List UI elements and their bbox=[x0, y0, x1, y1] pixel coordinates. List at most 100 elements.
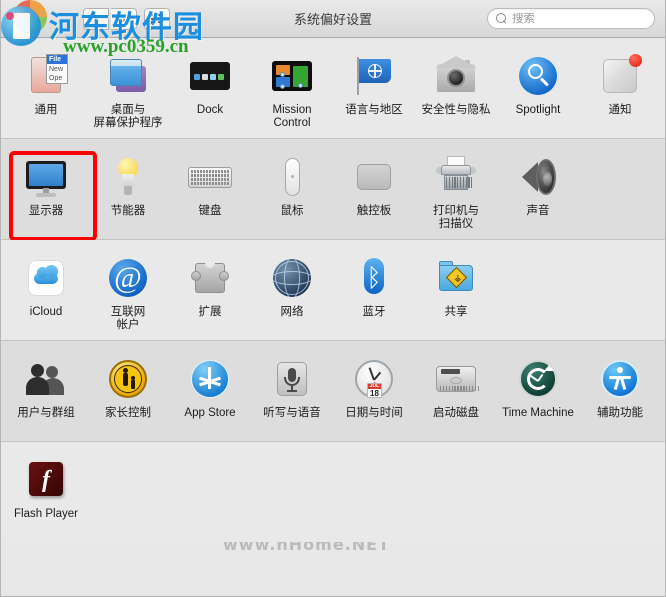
pane-label: 安全性与隐私 bbox=[421, 104, 491, 116]
network-icon bbox=[268, 254, 316, 302]
pane-extensions[interactable]: 扩展 bbox=[169, 248, 251, 332]
pane-label: 声音 bbox=[526, 205, 550, 217]
search-field[interactable]: ✕ bbox=[487, 8, 666, 29]
system-preferences-window: ‹ › 系统偏好设置 ✕ bbox=[0, 0, 666, 597]
pane-keyboard[interactable]: 键盘 bbox=[169, 147, 251, 231]
displays-icon bbox=[22, 153, 70, 201]
pane-date-time[interactable]: JUL 18 日期与时间 bbox=[333, 349, 415, 433]
extensions-icon bbox=[186, 254, 234, 302]
pane-label: 打印机与 扫描仪 bbox=[433, 205, 479, 230]
search-input[interactable] bbox=[509, 12, 666, 25]
pane-app-store[interactable]: App Store bbox=[169, 349, 251, 433]
pane-label: 网络 bbox=[280, 306, 304, 318]
notifications-icon bbox=[596, 52, 644, 100]
bluetooth-icon: ᛒ bbox=[350, 254, 398, 302]
pane-desktop-screensaver[interactable]: 桌面与 屏幕保护程序 bbox=[87, 46, 169, 130]
pane-security-privacy[interactable]: 安全性与隐私 bbox=[415, 46, 497, 130]
pane-bluetooth[interactable]: ᛒ 蓝牙 bbox=[333, 248, 415, 332]
chevron-right-icon: › bbox=[121, 11, 126, 26]
pane-trackpad[interactable]: 触控板 bbox=[333, 147, 415, 231]
pane-label: 共享 bbox=[444, 306, 468, 318]
section-other: f Flash Player bbox=[1, 442, 665, 542]
search-icon bbox=[496, 13, 507, 24]
trackpad-icon bbox=[350, 153, 398, 201]
flash-player-icon: f bbox=[22, 456, 70, 504]
section-internet: iCloud @ 互联网 帐户 扩展 网络 ᛒ 蓝牙 ⚶ 共享 www.nHom… bbox=[1, 240, 665, 554]
app-store-icon bbox=[186, 355, 234, 403]
pane-label: Spotlight bbox=[515, 104, 561, 116]
pane-sound[interactable]: 声音 bbox=[497, 147, 579, 231]
desktop-screensaver-icon bbox=[104, 52, 152, 100]
pane-label: 鼠标 bbox=[280, 205, 304, 217]
pane-printers-scanners[interactable]: 打印机与 扫描仪 bbox=[415, 147, 497, 231]
general-icon: File New Ope bbox=[22, 52, 70, 100]
pane-label: 语言与地区 bbox=[345, 104, 403, 116]
pane-label: 触控板 bbox=[356, 205, 392, 217]
pane-label: App Store bbox=[184, 407, 236, 419]
pane-energy-saver[interactable]: 节能器 bbox=[87, 147, 169, 231]
mission-control-icon bbox=[268, 52, 316, 100]
pane-time-machine[interactable]: Time Machine bbox=[497, 349, 579, 433]
pane-label: Dock bbox=[196, 104, 224, 116]
energy-saver-icon bbox=[104, 153, 152, 201]
section-system: 用户与群组 家长控制 App Store 听写与语音 JUL 18 日期与时间 … bbox=[1, 341, 665, 441]
pane-label: 节能器 bbox=[110, 205, 146, 217]
pane-network[interactable]: 网络 bbox=[251, 248, 333, 332]
pane-startup-disk[interactable]: 启动磁盘 bbox=[415, 349, 497, 433]
pane-displays[interactable]: 显示器 bbox=[5, 147, 87, 231]
pane-spotlight[interactable]: Spotlight bbox=[497, 46, 579, 130]
pane-dictation-speech[interactable]: 听写与语音 bbox=[251, 349, 333, 433]
forward-button[interactable]: › bbox=[111, 7, 137, 30]
language-region-icon bbox=[350, 52, 398, 100]
pane-accessibility[interactable]: 辅助功能 bbox=[579, 349, 661, 433]
back-button[interactable]: ‹ bbox=[83, 7, 109, 30]
chevron-left-icon: ‹ bbox=[94, 11, 98, 26]
show-all-button[interactable] bbox=[144, 7, 170, 30]
internet-accounts-icon: @ bbox=[104, 254, 152, 302]
pane-label: 桌面与 屏幕保护程序 bbox=[93, 104, 163, 129]
printers-scanners-icon bbox=[432, 153, 480, 201]
date-time-icon: JUL 18 bbox=[350, 355, 398, 403]
pane-icloud[interactable]: iCloud bbox=[5, 248, 87, 332]
keyboard-icon bbox=[186, 153, 234, 201]
pane-label: 蓝牙 bbox=[362, 306, 386, 318]
sound-icon bbox=[514, 153, 562, 201]
pane-internet-accounts[interactable]: @ 互联网 帐户 bbox=[87, 248, 169, 332]
pane-label: 通用 bbox=[34, 104, 58, 116]
pane-mouse[interactable]: 鼠标 bbox=[251, 147, 333, 231]
grid-icon bbox=[150, 13, 164, 24]
pane-label: Time Machine bbox=[502, 407, 574, 419]
startup-disk-icon bbox=[432, 355, 480, 403]
pane-label: 扩展 bbox=[198, 306, 222, 318]
pane-label: 家长控制 bbox=[105, 407, 151, 419]
pane-dock[interactable]: Dock bbox=[169, 46, 251, 130]
pane-label: 辅助功能 bbox=[597, 407, 643, 419]
pane-notifications[interactable]: 通知 bbox=[579, 46, 661, 130]
time-machine-icon bbox=[514, 355, 562, 403]
icloud-icon bbox=[22, 254, 70, 302]
spotlight-icon bbox=[514, 52, 562, 100]
pane-label: 听写与语音 bbox=[263, 407, 321, 419]
pane-language-region[interactable]: 语言与地区 bbox=[333, 46, 415, 130]
section-personal: File New Ope 通用 桌面与 屏幕保护程序 Dock Mission … bbox=[1, 38, 665, 138]
navigation-buttons: ‹ › bbox=[83, 7, 170, 30]
dock-icon bbox=[186, 52, 234, 100]
pane-label: 键盘 bbox=[198, 205, 222, 217]
pane-label: Flash Player bbox=[14, 508, 78, 520]
pane-parental-controls[interactable]: 家长控制 bbox=[87, 349, 169, 433]
preference-panes-grid: File New Ope 通用 桌面与 屏幕保护程序 Dock Mission … bbox=[1, 38, 665, 596]
pane-flash-player[interactable]: f Flash Player bbox=[5, 450, 87, 534]
pane-label: 日期与时间 bbox=[345, 407, 403, 419]
dictation-speech-icon bbox=[268, 355, 316, 403]
pane-sharing[interactable]: ⚶ 共享 bbox=[415, 248, 497, 332]
pane-label: 互联网 帐户 bbox=[110, 306, 146, 331]
pane-users-groups[interactable]: 用户与群组 bbox=[5, 349, 87, 433]
sharing-icon: ⚶ bbox=[432, 254, 480, 302]
pane-mission-control[interactable]: Mission Control bbox=[251, 46, 333, 130]
users-groups-icon bbox=[22, 355, 70, 403]
pane-label: 启动磁盘 bbox=[433, 407, 479, 419]
pane-general[interactable]: File New Ope 通用 bbox=[5, 46, 87, 130]
security-privacy-icon bbox=[432, 52, 480, 100]
pane-label: 显示器 bbox=[28, 205, 64, 217]
section-hardware: 显示器 节能器 键盘 鼠标 触控板 打印机与 扫描仪 声音 bbox=[1, 139, 665, 241]
